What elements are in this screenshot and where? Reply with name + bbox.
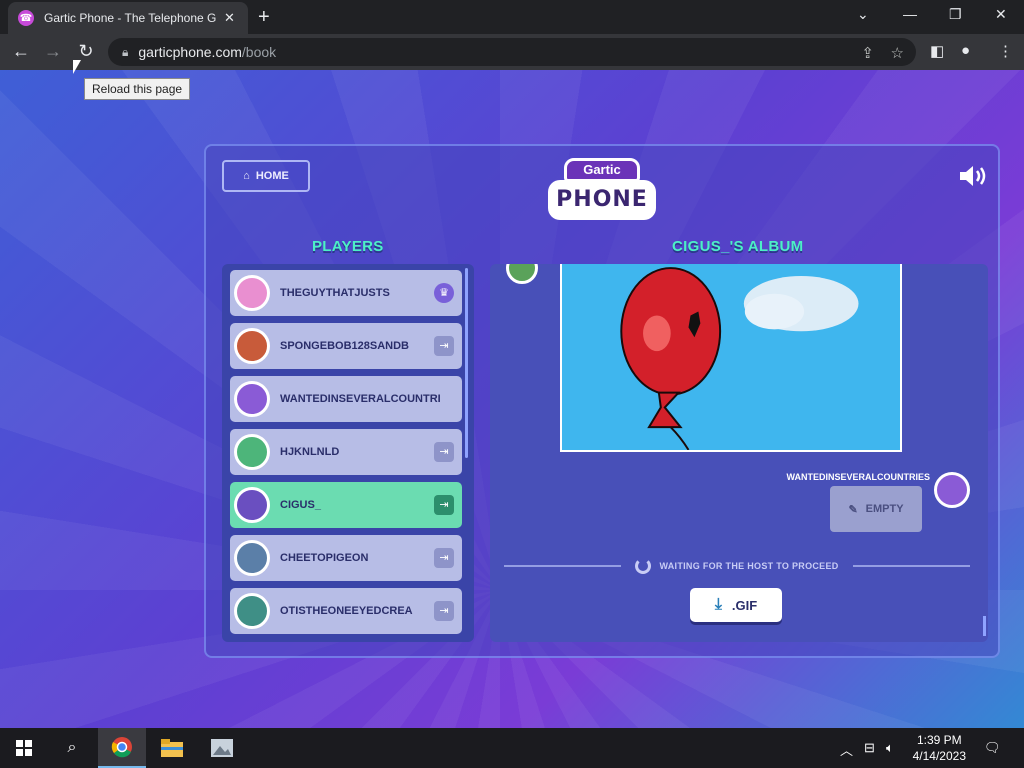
mouse-cursor-icon bbox=[73, 60, 81, 74]
avatar bbox=[934, 472, 970, 508]
list-item[interactable]: WANTEDINSEVERALCOUNTRI bbox=[230, 376, 462, 422]
url-path: /book bbox=[241, 44, 277, 60]
speaker-icon[interactable] bbox=[958, 164, 988, 188]
players-list[interactable]: THEGUYTHATJUSTS ♛ SPONGEBOB128SANDB ⇥ WA… bbox=[222, 264, 474, 642]
browser-tab-bar: ☎ Gartic Phone - The Telephone Ga ✕ + ⌄ … bbox=[0, 0, 1024, 34]
avatar bbox=[234, 434, 270, 470]
drawer-name: WANTEDINSEVERALCOUNTRIES bbox=[786, 472, 930, 482]
close-window-button[interactable]: ✕ bbox=[995, 6, 1007, 23]
empty-entry-card: ✎ EMPTY bbox=[830, 486, 922, 532]
waiting-text: WAITING FOR THE HOST TO PROCEED bbox=[659, 561, 839, 571]
avatar bbox=[234, 487, 270, 523]
drawing-canvas bbox=[560, 264, 902, 452]
player-name: HJKNLNLD bbox=[280, 446, 340, 458]
browser-tab[interactable]: ☎ Gartic Phone - The Telephone Ga ✕ bbox=[8, 2, 248, 34]
player-name: CHEETOPIGEON bbox=[280, 552, 369, 564]
kick-player-icon[interactable]: ⇥ bbox=[434, 495, 454, 515]
player-name: SPONGEBOB128SANDB bbox=[280, 340, 409, 352]
list-item[interactable]: CHEETOPIGEON ⇥ bbox=[230, 535, 462, 581]
restore-button[interactable]: ❐ bbox=[949, 6, 962, 23]
players-title: PLAYERS bbox=[312, 238, 384, 255]
browser-toolbar: ← → ↻ 🔒︎ garticphone.com /book ⇪ ☆ ◧ ● ⋮ bbox=[0, 34, 1024, 70]
kick-player-icon[interactable]: ⇥ bbox=[434, 601, 454, 621]
back-arrow-icon[interactable]: ← bbox=[10, 41, 32, 62]
forward-arrow-icon[interactable]: → bbox=[42, 41, 64, 62]
player-name: WANTEDINSEVERALCOUNTRI bbox=[280, 393, 441, 405]
empty-label: EMPTY bbox=[865, 503, 904, 515]
logo-bottom-text: PHONE bbox=[548, 180, 656, 220]
kick-player-icon[interactable]: ⇥ bbox=[434, 336, 454, 356]
clock[interactable]: 1:39 PM 4/14/2023 bbox=[913, 732, 966, 764]
clock-date: 4/14/2023 bbox=[912, 749, 966, 763]
address-bar[interactable]: 🔒︎ garticphone.com /book ⇪ ☆ bbox=[108, 38, 916, 66]
notification-icon[interactable]: 🗨︎ bbox=[984, 740, 1001, 756]
game-panel: ⌂ HOME Gartic PHONE PLAYERS CIGUS_'S ALB… bbox=[204, 144, 1000, 658]
profile-icon[interactable]: ● bbox=[961, 42, 970, 59]
download-icon: ⤓ bbox=[714, 596, 722, 613]
windows-start-icon[interactable] bbox=[0, 728, 48, 768]
chevron-up-icon[interactable]: ︿ bbox=[840, 740, 853, 759]
menu-kebab-icon[interactable]: ⋮ bbox=[998, 42, 1013, 60]
taskbar: ⌕ ︿ ⊟ 🔈︎ 1:39 PM 4/14/2023 🗨︎ bbox=[0, 728, 1024, 768]
player-name: THEGUYTHATJUSTS bbox=[280, 287, 390, 299]
lock-icon[interactable]: 🔒︎ bbox=[122, 45, 128, 60]
file-explorer-icon[interactable] bbox=[148, 728, 196, 768]
tab-search-chevron-icon[interactable]: ⌄ bbox=[857, 6, 869, 23]
divider bbox=[504, 565, 622, 567]
side-panel-icon[interactable]: ◧ bbox=[930, 42, 944, 60]
album-title: CIGUS_'S ALBUM bbox=[672, 238, 804, 255]
tab-title: Gartic Phone - The Telephone Ga bbox=[44, 11, 216, 25]
game-page: ⌂ HOME Gartic PHONE PLAYERS CIGUS_'S ALB… bbox=[0, 70, 1024, 728]
gif-label: .GIF bbox=[731, 597, 758, 613]
loading-spinner-icon bbox=[635, 558, 652, 574]
avatar bbox=[506, 264, 538, 284]
search-icon[interactable]: ⌕ bbox=[48, 728, 96, 768]
close-tab-icon[interactable]: ✕ bbox=[224, 10, 235, 26]
album-area[interactable]: WANTEDINSEVERALCOUNTRIES ✎ EMPTY WAITING… bbox=[490, 264, 988, 642]
waiting-status: WAITING FOR THE HOST TO PROCEED bbox=[504, 558, 971, 574]
divider bbox=[852, 565, 971, 567]
home-label: HOME bbox=[255, 170, 289, 182]
gartic-favicon-icon: ☎ bbox=[18, 10, 34, 26]
photos-app-icon[interactable] bbox=[198, 728, 246, 768]
new-tab-button[interactable]: + bbox=[258, 6, 270, 29]
list-item-active[interactable]: CIGUS_ ⇥ bbox=[230, 482, 462, 528]
player-name: OTISTHEONEEYEDCREA bbox=[280, 605, 413, 617]
list-item[interactable]: SPONGEBOB128SANDB ⇥ bbox=[230, 323, 462, 369]
chrome-icon[interactable] bbox=[98, 728, 146, 768]
volume-icon[interactable]: 🔈︎ bbox=[886, 740, 894, 756]
share-icon[interactable]: ⇪ bbox=[861, 44, 874, 62]
avatar bbox=[234, 540, 270, 576]
download-gif-button[interactable]: ⤓ .GIF bbox=[690, 588, 782, 622]
waiting-text-wrap: WAITING FOR THE HOST TO PROCEED bbox=[635, 558, 838, 574]
players-scrollbar[interactable] bbox=[465, 268, 468, 458]
reload-icon[interactable]: ↻ bbox=[75, 41, 97, 62]
album-scrollbar[interactable] bbox=[983, 616, 986, 636]
pencil-icon: ✎ bbox=[848, 503, 858, 516]
kick-player-icon[interactable]: ⇥ bbox=[434, 548, 454, 568]
reload-tooltip: Reload this page bbox=[84, 78, 191, 100]
crown-icon: ♛ bbox=[434, 283, 454, 303]
home-button[interactable]: ⌂ HOME bbox=[222, 160, 310, 192]
house-icon: ⌂ bbox=[243, 170, 250, 182]
list-item[interactable]: THEGUYTHATJUSTS ♛ bbox=[230, 270, 462, 316]
gartic-phone-logo: Gartic PHONE bbox=[546, 156, 658, 224]
list-item[interactable]: OTISTHEONEEYEDCREA ⇥ bbox=[230, 588, 462, 634]
minimize-button[interactable]: — bbox=[903, 6, 917, 22]
avatar bbox=[234, 275, 270, 311]
clock-time: 1:39 PM bbox=[916, 733, 962, 747]
logo-top-text: Gartic bbox=[564, 158, 640, 182]
kick-player-icon[interactable]: ⇥ bbox=[434, 442, 454, 462]
network-icon[interactable]: ⊟ bbox=[864, 740, 875, 756]
player-name: CIGUS_ bbox=[280, 499, 321, 511]
list-item[interactable]: HJKNLNLD ⇥ bbox=[230, 429, 462, 475]
avatar bbox=[234, 328, 270, 364]
url-host: garticphone.com bbox=[138, 44, 242, 60]
avatar bbox=[234, 381, 270, 417]
avatar bbox=[234, 593, 270, 629]
bookmark-star-icon[interactable]: ☆ bbox=[891, 44, 904, 62]
